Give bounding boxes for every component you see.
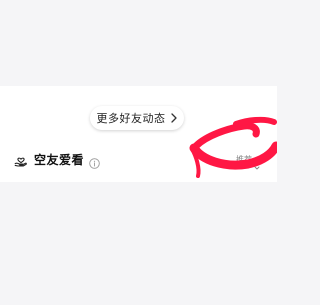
chevron-down-icon — [254, 156, 260, 170]
section-title: 空友爱看 — [34, 152, 85, 167]
sort-dropdown-label: 推荐 — [236, 154, 252, 164]
page: 更多好友动态 空友爱看 推荐 — [0, 0, 277, 305]
sort-dropdown[interactable]: 推荐 — [230, 152, 266, 170]
more-friend-updates-button[interactable]: 更多好友动态 — [90, 106, 184, 130]
recommend-section-header: 空友爱看 推荐 — [14, 148, 266, 170]
more-friend-updates-label: 更多好友动态 — [96, 112, 166, 125]
hand-heart-icon — [14, 152, 28, 167]
chevron-right-icon — [170, 113, 178, 123]
info-icon[interactable] — [89, 154, 100, 169]
feed-card: 更多好友动态 空友爱看 推荐 — [0, 86, 277, 182]
